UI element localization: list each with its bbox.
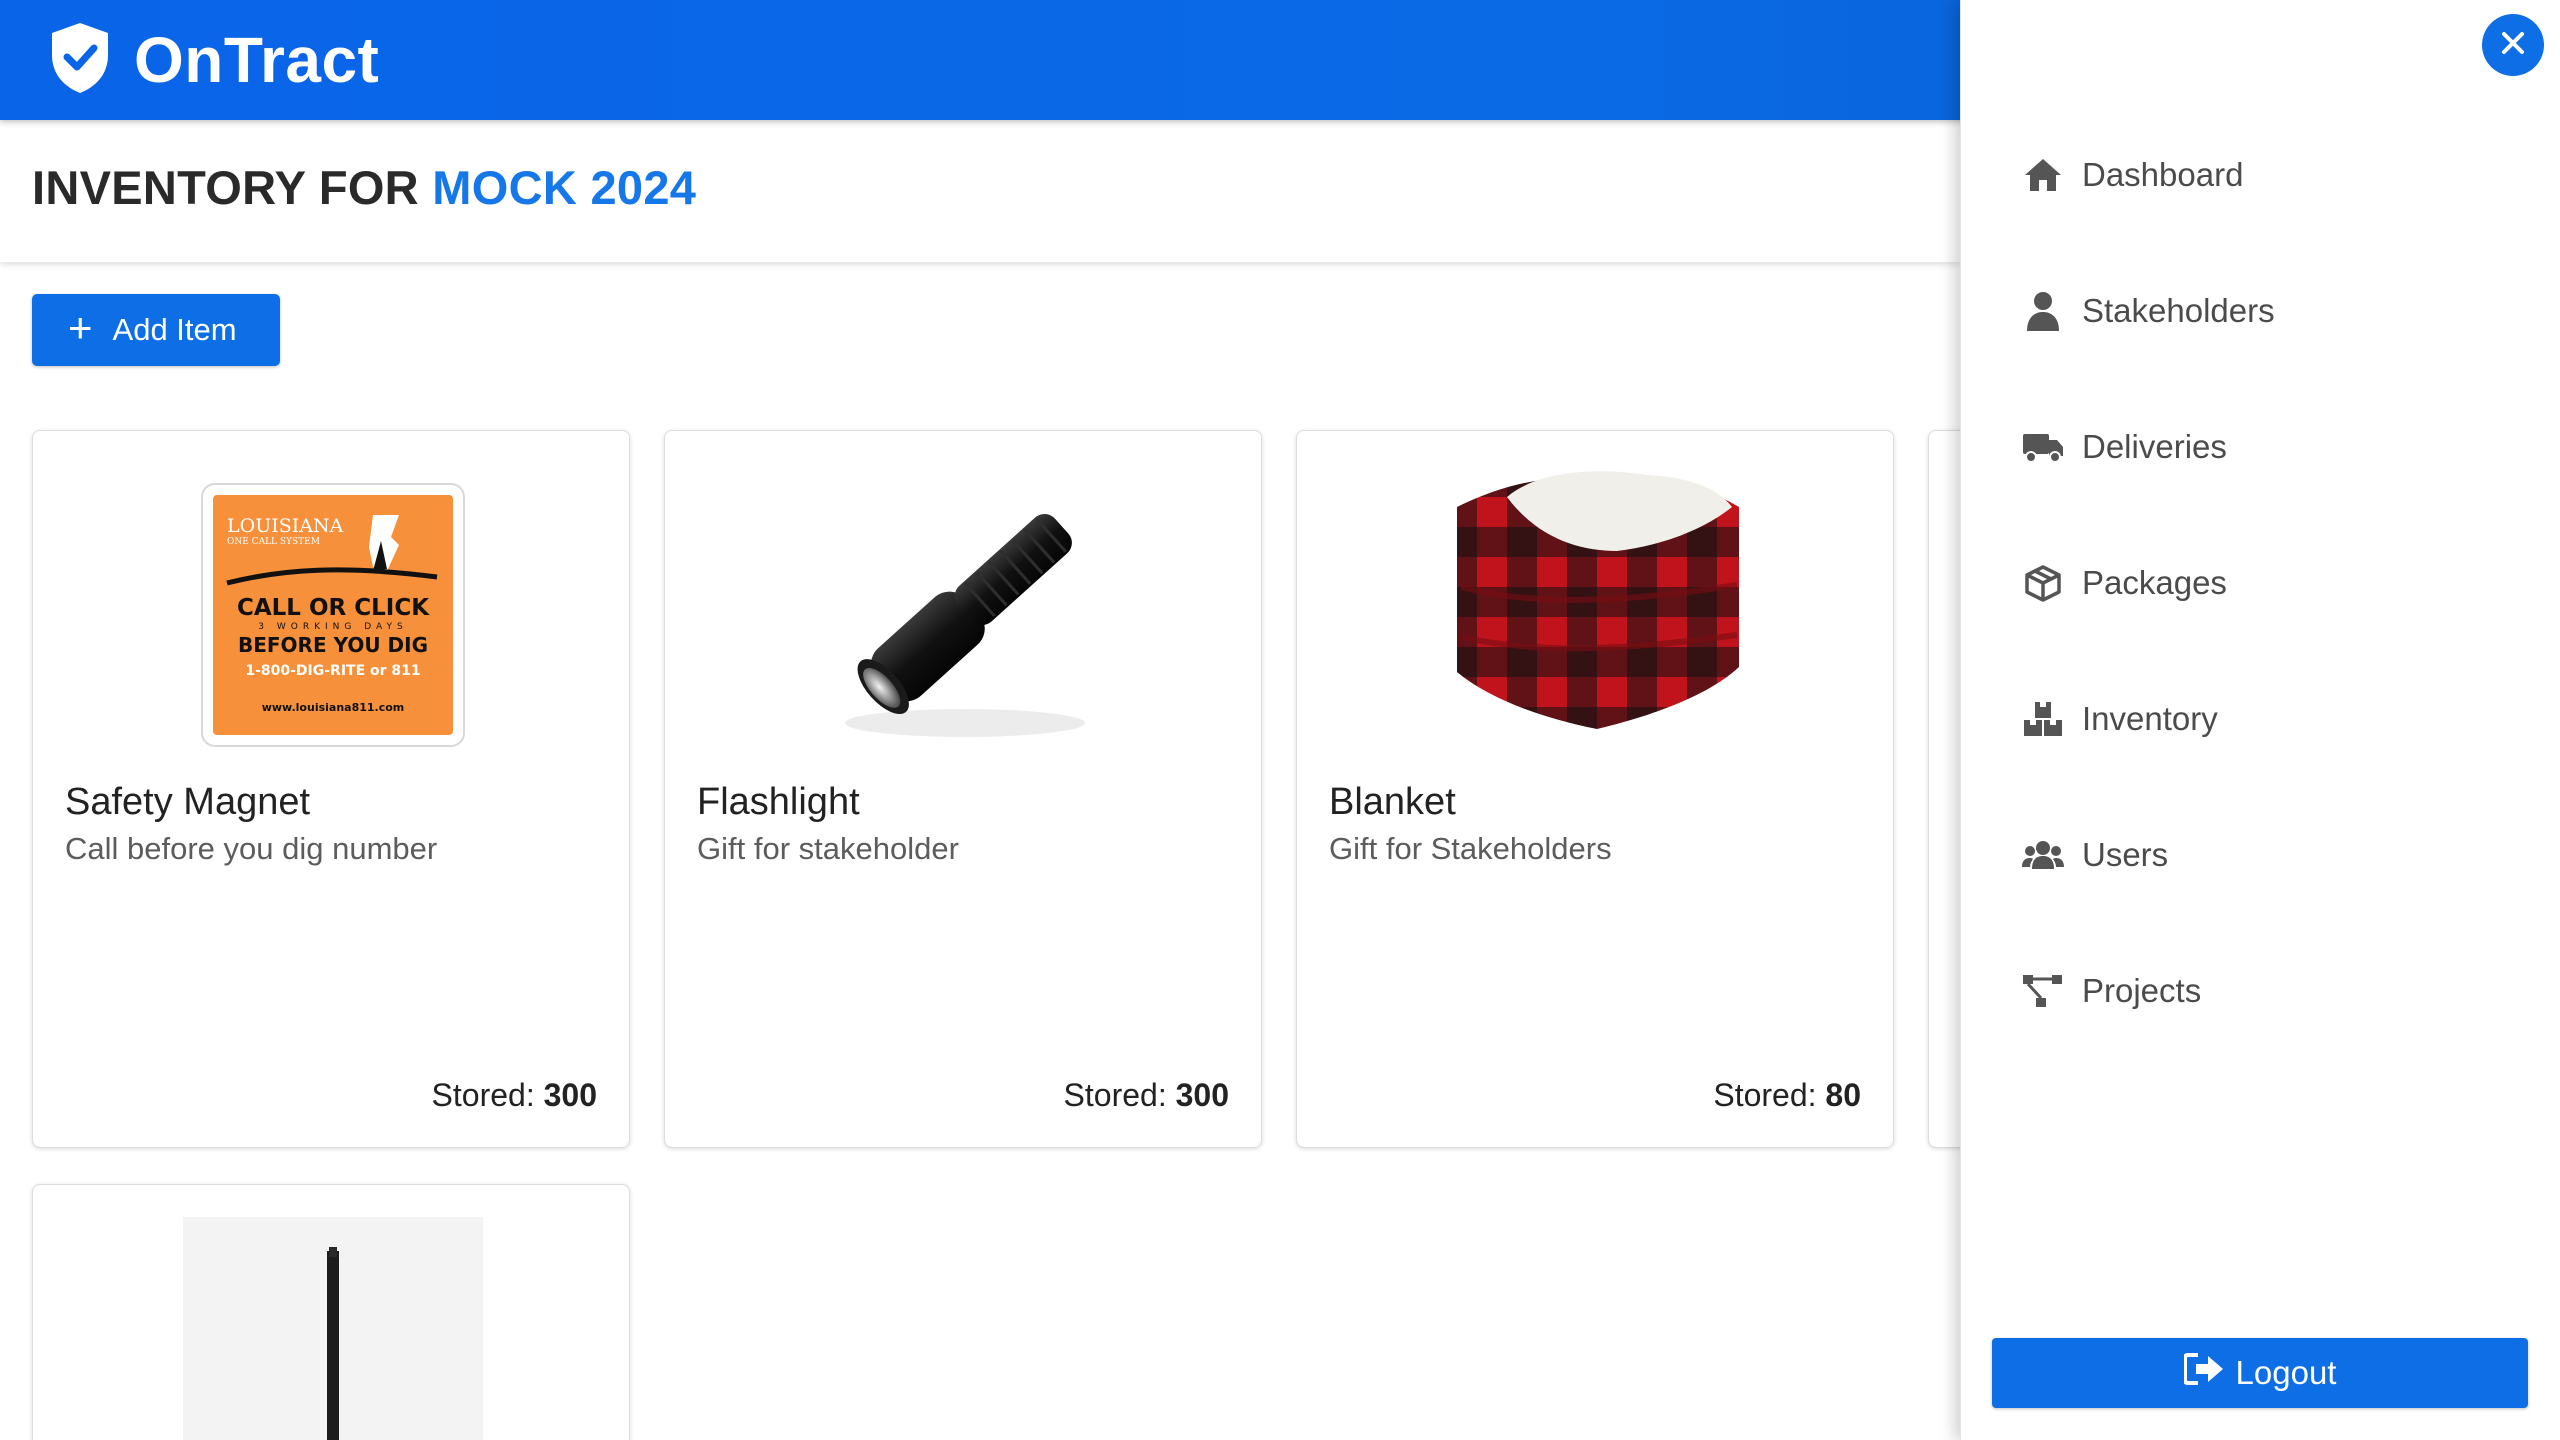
stored-count: 300: [1175, 1077, 1229, 1113]
add-item-label: Add Item: [112, 312, 237, 347]
plus-icon: +: [68, 304, 93, 351]
magnet-line2: 3 WORKING DAYS: [258, 622, 408, 632]
brand[interactable]: OnTract: [48, 22, 379, 98]
box-icon: [2022, 562, 2064, 604]
nav-item-stakeholders[interactable]: Stakeholders: [2022, 276, 2502, 346]
magnet-line3: BEFORE YOU DIG: [237, 633, 429, 657]
nav-label: Stakeholders: [2082, 292, 2275, 329]
item-description: Call before you dig number: [65, 831, 438, 866]
magnet-phone: 1-800-DIG-RITE or 811: [245, 663, 421, 679]
add-item-button[interactable]: + Add Item: [32, 294, 280, 366]
item-card-flashlight[interactable]: Flashlight Gift for stakeholder Stored: …: [664, 430, 1262, 1148]
logout-label: Logout: [2235, 1354, 2337, 1391]
item-card-rod[interactable]: [32, 1184, 630, 1440]
stored-label: Stored:: [431, 1077, 535, 1113]
nav-item-packages[interactable]: Packages: [2022, 548, 2502, 618]
item-card-safety-magnet[interactable]: LOUISIANA ONE CALL SYSTEM CALL OR CLICK …: [32, 430, 630, 1148]
item-image: LOUISIANA ONE CALL SYSTEM CALL OR CLICK …: [201, 483, 465, 747]
item-stored: Stored: 80: [1713, 1077, 1861, 1114]
item-description: Gift for stakeholder: [697, 831, 959, 866]
project-diagram-icon: [2022, 970, 2064, 1012]
user-icon: [2022, 290, 2064, 332]
stored-count: 300: [543, 1077, 597, 1113]
item-name: Blanket: [1329, 781, 1456, 823]
nav-item-inventory[interactable]: Inventory: [2022, 684, 2502, 754]
stored-label: Stored:: [1713, 1077, 1817, 1113]
nav-item-users[interactable]: Users: [2022, 820, 2502, 890]
sign-out-icon: [2182, 1352, 2224, 1394]
stored-label: Stored:: [1063, 1077, 1167, 1113]
item-stored: Stored: 300: [432, 1077, 597, 1114]
item-description: Gift for Stakeholders: [1329, 831, 1612, 866]
magnet-url: www.louisiana811.com: [261, 701, 405, 714]
page-header: INVENTORY FOR MOCK 2024: [0, 120, 1960, 262]
app-name: OnTract: [134, 24, 380, 96]
item-name: Flashlight: [697, 781, 860, 823]
nav-label: Packages: [2082, 564, 2227, 601]
nav-item-dashboard[interactable]: Dashboard: [2022, 140, 2502, 210]
project-name: MOCK 2024: [432, 161, 697, 214]
nav-item-projects[interactable]: Projects: [2022, 956, 2502, 1026]
shield-check-icon: [48, 21, 112, 100]
close-drawer-button[interactable]: [2482, 14, 2544, 76]
nav-label: Users: [2082, 836, 2169, 873]
nav-label: Inventory: [2082, 700, 2218, 737]
close-icon: [2499, 29, 2527, 62]
magnet-line1: CALL OR CLICK: [236, 595, 430, 621]
nav-item-deliveries[interactable]: Deliveries: [2022, 412, 2502, 482]
item-name: Safety Magnet: [65, 781, 311, 823]
page-title: INVENTORY FOR MOCK 2024: [32, 160, 696, 215]
flashlight-image: [815, 463, 1115, 763]
blanket-image: [1447, 467, 1747, 747]
rod-image: [183, 1217, 483, 1440]
item-stored: Stored: 300: [1064, 1077, 1229, 1114]
home-icon: [2022, 154, 2064, 196]
item-card-blanket[interactable]: Blanket Gift for Stakeholders Stored: 80: [1296, 430, 1894, 1148]
logout-button[interactable]: Logout: [1992, 1338, 2528, 1408]
nav-label: Dashboard: [2082, 156, 2244, 193]
nav-label: Deliveries: [2082, 428, 2227, 465]
page-title-prefix: INVENTORY FOR: [32, 161, 419, 214]
stored-count: 80: [1825, 1077, 1861, 1113]
users-icon: [2022, 834, 2064, 876]
boxes-icon: [2022, 698, 2064, 740]
nav-label: Projects: [2082, 972, 2202, 1009]
truck-icon: [2022, 426, 2064, 468]
